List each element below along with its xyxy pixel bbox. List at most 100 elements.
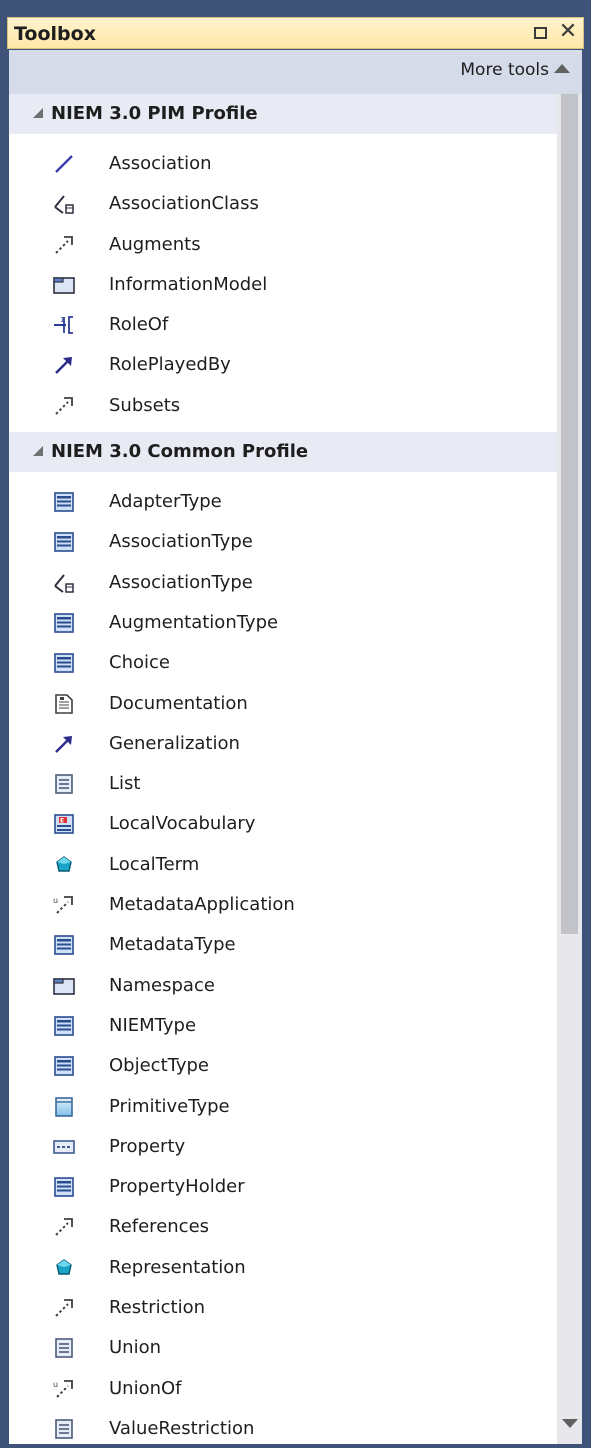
package-icon	[53, 274, 75, 296]
tool-item[interactable]: Subsets	[9, 386, 557, 426]
tool-item[interactable]: Choice	[9, 643, 557, 683]
property-icon	[53, 1136, 75, 1158]
association-class-icon	[53, 572, 75, 594]
diamond-icon	[53, 1257, 75, 1279]
tool-item-label: AugmentationType	[109, 611, 279, 633]
dependency-icon	[53, 1216, 75, 1238]
tool-item[interactable]: InformationModel	[9, 265, 557, 305]
tool-item[interactable]: MetadataType	[9, 925, 557, 965]
tool-item-label: Property	[109, 1135, 186, 1157]
section-title: NIEM 3.0 PIM Profile	[51, 103, 258, 124]
tool-item-label: Restriction	[109, 1297, 205, 1319]
tool-item[interactable]: LocalTerm	[9, 845, 557, 885]
tool-item[interactable]: AssociationType	[9, 563, 557, 603]
tool-item[interactable]: RolePlayedBy	[9, 345, 557, 385]
tool-item-label: UnionOf	[109, 1377, 182, 1399]
generalization-icon	[53, 733, 75, 755]
tool-item[interactable]: Documentation	[9, 684, 557, 724]
tool-item[interactable]: AssociationType	[9, 522, 557, 562]
tool-item[interactable]: Namespace	[9, 966, 557, 1006]
tool-item[interactable]: Union	[9, 1328, 557, 1368]
collapse-caret-icon[interactable]	[33, 108, 43, 118]
tool-item[interactable]: u MetadataApplication	[9, 885, 557, 925]
tool-item[interactable]: E LocalVocabulary	[9, 804, 557, 844]
svg-text:u: u	[53, 896, 58, 905]
tool-item[interactable]: ValueRestriction	[9, 1409, 557, 1444]
tool-item-label: Namespace	[109, 974, 215, 996]
tool-item[interactable]: 1 RoleOf	[9, 305, 557, 345]
class-icon	[53, 934, 75, 956]
tool-item[interactable]: Representation	[9, 1248, 557, 1288]
tool-item-label: RolePlayedBy	[109, 354, 231, 376]
tool-item-label: Generalization	[109, 732, 240, 754]
document-icon	[53, 693, 75, 715]
tool-item[interactable]: PrimitiveType	[9, 1087, 557, 1127]
list-icon	[53, 1418, 75, 1440]
vertical-scrollbar[interactable]	[557, 94, 582, 1444]
association-class-icon	[53, 193, 75, 215]
more-tools-button[interactable]: More tools	[460, 60, 570, 80]
enumeration-icon: E	[53, 813, 75, 835]
primitive-icon	[53, 1096, 75, 1118]
tool-item-label: PrimitiveType	[109, 1095, 230, 1117]
section-header[interactable]: NIEM 3.0 Common Profile	[9, 432, 557, 473]
section-title: NIEM 3.0 Common Profile	[51, 441, 309, 463]
collapse-caret-icon[interactable]	[33, 446, 43, 457]
tool-item-label: AdapterType	[109, 491, 222, 513]
tool-item-label: Subsets	[109, 394, 181, 416]
svg-text:1: 1	[60, 316, 64, 324]
restore-icon[interactable]	[529, 21, 551, 43]
more-tools-bar: More tools	[9, 50, 582, 94]
tool-item[interactable]: References	[9, 1207, 557, 1247]
tool-item-label: Representation	[109, 1256, 246, 1278]
usage-icon: u	[53, 894, 75, 916]
dependency-icon	[53, 1297, 75, 1319]
tool-item-label: MetadataType	[109, 934, 236, 956]
tool-item-label: LocalVocabulary	[109, 813, 256, 835]
class-icon	[53, 1176, 75, 1198]
tool-item[interactable]: Restriction	[9, 1288, 557, 1328]
tool-item-label: Documentation	[109, 692, 248, 714]
list-icon	[53, 1337, 75, 1359]
tool-item[interactable]: List	[9, 764, 557, 804]
scrollbar-thumb[interactable]	[561, 94, 578, 934]
tool-list: Association AssociationClass Augments Infor…	[9, 134, 557, 432]
tool-item[interactable]: u UnionOf	[9, 1369, 557, 1409]
tool-item[interactable]: Generalization	[9, 724, 557, 764]
tool-item[interactable]: ObjectType	[9, 1046, 557, 1086]
tool-item[interactable]: PropertyHolder	[9, 1167, 557, 1207]
diamond-icon	[53, 854, 75, 876]
package-icon	[53, 975, 75, 997]
tool-item[interactable]: Augments	[9, 225, 557, 265]
title-bar[interactable]: Toolbox ✕	[7, 17, 584, 49]
up-arrow-icon	[554, 64, 570, 73]
class-icon	[53, 652, 75, 674]
section-header[interactable]: NIEM 3.0 PIM Profile	[9, 94, 557, 134]
dependency-icon	[53, 234, 75, 256]
tool-item[interactable]: AssociationClass	[9, 184, 557, 224]
class-icon	[53, 531, 75, 553]
tool-item[interactable]: Property	[9, 1127, 557, 1167]
tool-item-label: NIEMType	[109, 1014, 197, 1036]
tool-item-label: ValueRestriction	[109, 1417, 255, 1439]
window-title: Toolbox	[14, 23, 96, 45]
tool-item-label: PropertyHolder	[109, 1176, 245, 1198]
tool-item-label: List	[109, 773, 141, 795]
toolbox-panel: More tools NIEM 3.0 PIM Profile Associati…	[9, 50, 582, 1444]
tool-list: AdapterType AssociationType AssociationTyp…	[9, 472, 557, 1444]
tool-item[interactable]: Association	[9, 144, 557, 184]
tool-item[interactable]: AdapterType	[9, 482, 557, 522]
tool-item[interactable]: NIEMType	[9, 1006, 557, 1046]
close-icon[interactable]: ✕	[557, 21, 579, 43]
tool-item-label: ObjectType	[109, 1055, 209, 1077]
scroll-down-icon[interactable]	[562, 1419, 578, 1428]
svg-text:u: u	[53, 1380, 58, 1389]
tool-item[interactable]: AugmentationType	[9, 603, 557, 643]
tool-item-label: AssociationType	[109, 531, 253, 553]
tool-item-label: Choice	[109, 652, 170, 674]
more-tools-label: More tools	[460, 60, 549, 80]
class-icon	[53, 491, 75, 513]
tool-item-label: RoleOf	[109, 314, 169, 336]
tool-item-label: AssociationType	[109, 571, 253, 593]
tool-item-label: Augments	[109, 233, 201, 255]
